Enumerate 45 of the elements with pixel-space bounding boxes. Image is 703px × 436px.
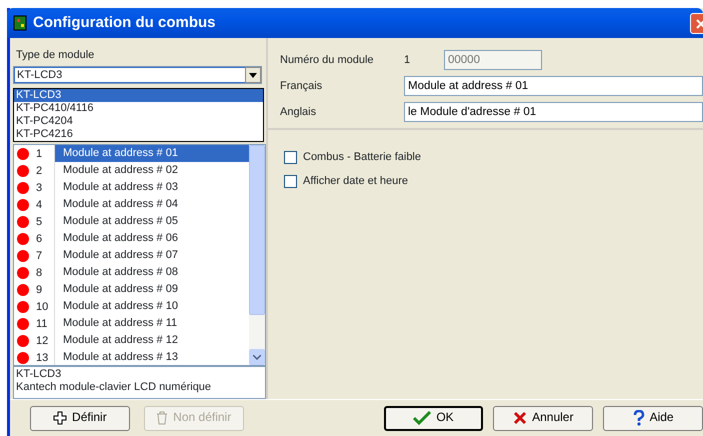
description-line: KT-LCD3 — [16, 368, 62, 382]
plus-icon — [53, 411, 68, 425]
field-label: Anglais — [280, 104, 318, 120]
module-number: 3 — [35, 180, 44, 195]
help-button[interactable]: Aide — [603, 406, 703, 430]
x-icon — [513, 411, 528, 425]
window-title: Configuration du combus — [33, 13, 216, 33]
cancel-button[interactable]: Annuler — [493, 406, 594, 430]
module-number: 2 — [35, 164, 44, 178]
ok-button[interactable]: OK — [384, 406, 484, 430]
module-type-dropdown[interactable]: KT-LCD3 — [13, 66, 262, 84]
checkbox[interactable] — [284, 174, 297, 188]
module-number: 10 — [35, 300, 50, 314]
checkbox[interactable] — [284, 150, 297, 164]
module-number: 12 — [35, 334, 50, 348]
dropdown-option[interactable]: KT-PC4216 — [14, 128, 263, 141]
module-number: 8 — [35, 266, 44, 280]
french-name-field[interactable]: Module at address # 01 — [404, 76, 703, 96]
question-mark-icon — [632, 410, 645, 426]
module-number: 9 — [35, 282, 44, 297]
module-number: 1 — [35, 146, 44, 161]
close-icon — [696, 18, 703, 29]
checkmark-icon — [413, 411, 432, 425]
module-number: 4 — [35, 198, 44, 212]
field-label: Français — [280, 78, 324, 94]
module-name[interactable]: Module at address # 01 — [54, 145, 249, 162]
description-line: Kantech module-clavier LCD numérique — [16, 381, 212, 394]
module-number: 5 — [35, 214, 44, 229]
checkbox-label: Combus - Batterie faible — [303, 150, 421, 164]
dropdown-option[interactable]: KT-PC410/4116 — [14, 102, 263, 115]
module-number: 13 — [35, 350, 50, 365]
app-icon — [13, 13, 27, 33]
module-number: 6 — [35, 232, 44, 246]
dropdown-option[interactable]: KT-PC4204 — [14, 115, 263, 128]
field-label: Numéro du module — [280, 52, 375, 68]
checkbox-label: Afficher date et heure — [303, 174, 408, 189]
module-number: 7 — [35, 248, 44, 263]
english-name-field[interactable]: le Module d'adresse # 01 — [404, 102, 703, 122]
define-button[interactable]: Définir — [30, 406, 130, 430]
field-label: Type de module — [16, 48, 96, 62]
trash-icon — [156, 411, 168, 425]
module-number: 11 — [35, 316, 48, 331]
scrollbar-thumb[interactable] — [249, 145, 265, 316]
dropdown-option[interactable]: KT-LCD3 — [14, 89, 263, 102]
module-number: 1 — [404, 52, 412, 68]
